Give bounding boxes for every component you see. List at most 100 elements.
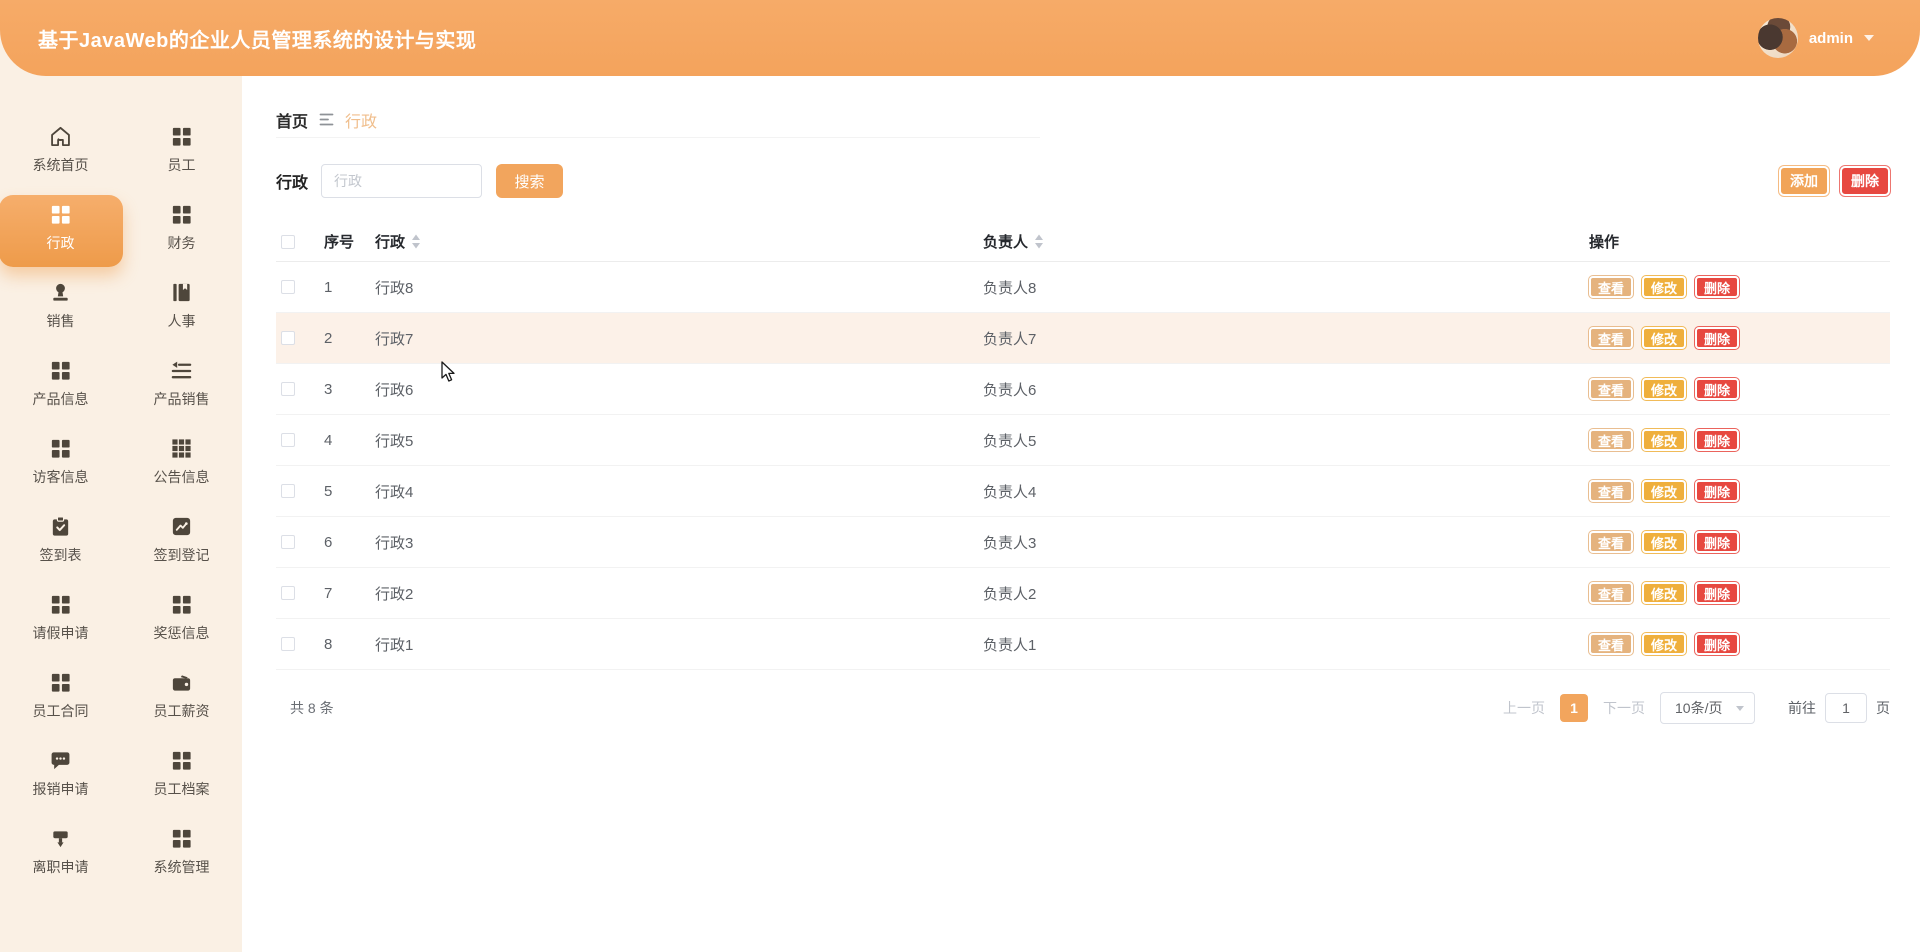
sidebar-item-system-home[interactable]: 系统首页 [0,116,121,194]
sort-icon[interactable] [1034,234,1044,249]
sidebar-item-notice-info[interactable]: 公告信息 [121,428,242,506]
sidebar-item-label: 人事 [167,313,196,329]
grid-dense-icon [170,437,193,460]
sidebar-item-label: 访客信息 [32,469,89,485]
sidebar-item-employee-contract[interactable]: 员工合同 [0,662,121,740]
sidebar-item-employee-archive[interactable]: 员工档案 [121,740,242,818]
sidebar-item-label: 系统管理 [153,859,210,875]
edit-button[interactable]: 修改 [1642,327,1687,349]
sidebar-item-sales[interactable]: 销售 [0,272,121,350]
data-table: 序号 行政 负责人 操作 1 行政8 负责人8 查看 修改 删除 2 行政7 负责人7 查看 修改删… [276,222,1890,670]
sidebar-item-administration[interactable]: 行政 [0,194,121,272]
sidebar-item-resignation-request[interactable]: 离职申请 [0,818,121,896]
add-button[interactable]: 添加 [1779,166,1829,196]
sidebar-item-checkin-sheet[interactable]: 签到表 [0,506,121,584]
row-delete-button[interactable]: 删除 [1695,276,1740,298]
grid-icon [49,593,72,616]
view-button[interactable]: 查看 [1589,582,1634,604]
cell-name: 行政6 [375,381,414,399]
next-page-button[interactable]: 下一页 [1603,698,1645,718]
sidebar-item-label: 签到登记 [153,547,210,563]
sidebar-item-employee-salary[interactable]: 员工薪资 [121,662,242,740]
cell-name: 行政4 [375,483,414,501]
edit-button[interactable]: 修改 [1642,378,1687,400]
home-icon [49,125,72,148]
table-row: 3 行政6 负责人6 查看 修改 删除 [276,364,1890,415]
cell-owner: 负责人8 [983,279,1037,297]
view-button[interactable]: 查看 [1589,633,1634,655]
current-page-button[interactable]: 1 [1560,694,1588,722]
cell-owner: 负责人1 [983,636,1037,654]
edit-button[interactable]: 修改 [1642,531,1687,553]
row-checkbox[interactable] [281,331,295,345]
edit-button[interactable]: 修改 [1642,633,1687,655]
goto-label: 前往 [1788,700,1816,716]
grid-icon [170,125,193,148]
sidebar-item-label: 系统首页 [32,157,89,173]
view-button[interactable]: 查看 [1589,378,1634,400]
sidebar-item-product-sales[interactable]: 产品销售 [121,350,242,428]
grid-icon [170,203,193,226]
cell-name: 行政5 [375,432,414,450]
chevron-down-icon [1864,35,1874,41]
row-checkbox[interactable] [281,586,295,600]
chevron-down-icon [1736,705,1744,711]
row-delete-button[interactable]: 删除 [1695,480,1740,502]
row-delete-button[interactable]: 删除 [1695,327,1740,349]
search-input[interactable] [321,164,483,198]
page-size-select[interactable]: 10条/页 [1660,692,1755,724]
delete-button[interactable]: 删除 [1840,166,1890,196]
sidebar-item-label: 公告信息 [153,469,210,485]
edit-button[interactable]: 修改 [1642,429,1687,451]
prev-page-button[interactable]: 上一页 [1503,698,1545,718]
edit-button[interactable]: 修改 [1642,582,1687,604]
row-checkbox[interactable] [281,382,295,396]
user-menu[interactable]: admin [1757,18,1874,58]
grid-icon [49,671,72,694]
sidebar-item-label: 行政 [46,235,75,251]
clipboard-check-icon [49,515,72,538]
row-checkbox[interactable] [281,637,295,651]
sidebar-item-reimbursement-request[interactable]: 报销申请 [0,740,121,818]
row-delete-button[interactable]: 删除 [1695,378,1740,400]
row-delete-button[interactable]: 删除 [1695,429,1740,451]
sidebar-item-employee[interactable]: 员工 [121,116,242,194]
breadcrumb-separator-icon [319,113,334,126]
sidebar-item-reward-punishment[interactable]: 奖惩信息 [121,584,242,662]
column-owner: 负责人 [983,234,1029,251]
view-button[interactable]: 查看 [1589,480,1634,502]
row-checkbox[interactable] [281,535,295,549]
view-button[interactable]: 查看 [1589,327,1634,349]
sidebar-item-leave-request[interactable]: 请假申请 [0,584,121,662]
row-checkbox[interactable] [281,433,295,447]
avatar[interactable] [1757,18,1798,58]
table-body: 1 行政8 负责人8 查看 修改 删除 2 行政7 负责人7 查看 修改 删除 3 行政6 负责人6 查看 修改… [276,262,1890,670]
row-checkbox[interactable] [281,484,295,498]
sidebar-item-system-management[interactable]: 系统管理 [121,818,242,896]
row-delete-button[interactable]: 删除 [1695,582,1740,604]
column-actions: 操作 [1589,234,1620,251]
stamp-icon [49,281,72,304]
select-all-checkbox[interactable] [281,234,295,249]
sort-icon[interactable] [411,234,421,249]
edit-button[interactable]: 修改 [1642,480,1687,502]
wallet-icon [170,671,193,694]
sidebar-item-hr[interactable]: 人事 [121,272,242,350]
funnel-icon [49,827,72,850]
sidebar-item-visitor-info[interactable]: 访客信息 [0,428,121,506]
sidebar-item-finance[interactable]: 财务 [121,194,242,272]
view-button[interactable]: 查看 [1589,429,1634,451]
sidebar-item-product-info[interactable]: 产品信息 [0,350,121,428]
view-button[interactable]: 查看 [1589,531,1634,553]
main-content: 首页 行政 行政 搜索 添加 删除 序号 行政 负责人 [242,76,1920,952]
row-checkbox[interactable] [281,280,295,294]
search-button[interactable]: 搜索 [496,164,564,198]
sidebar-item-checkin-register[interactable]: 签到登记 [121,506,242,584]
goto-page-input[interactable] [1825,693,1867,723]
row-delete-button[interactable]: 删除 [1695,633,1740,655]
edit-button[interactable]: 修改 [1642,276,1687,298]
row-delete-button[interactable]: 删除 [1695,531,1740,553]
view-button[interactable]: 查看 [1589,276,1634,298]
breadcrumb-home-link[interactable]: 首页 [276,108,308,132]
chart-line-icon [170,515,193,538]
